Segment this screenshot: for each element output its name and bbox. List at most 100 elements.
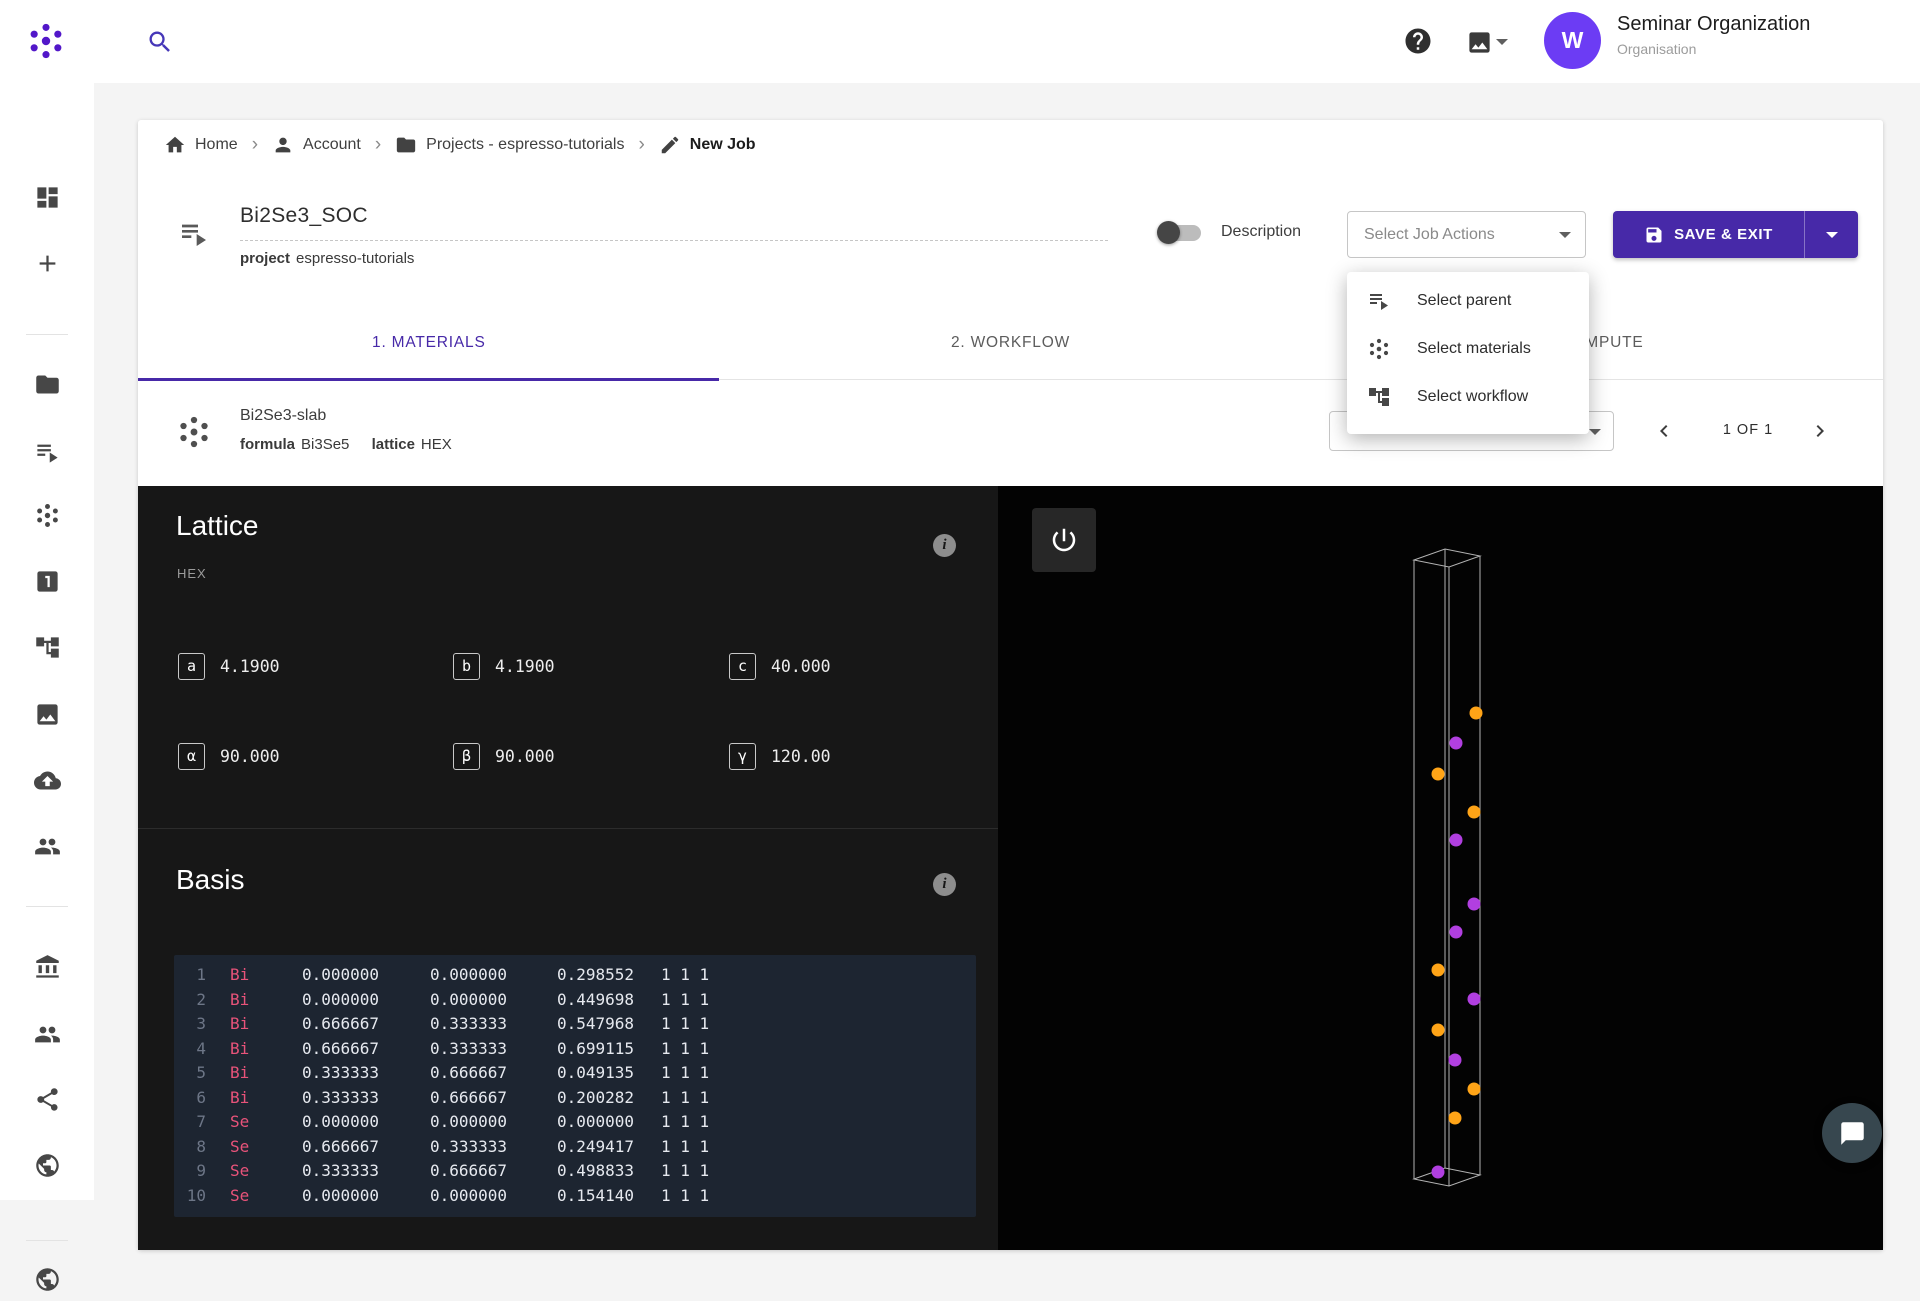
basis-code[interactable]: 1Bi0.0000000.0000000.2985521 1 12Bi0.000…	[174, 955, 976, 1217]
atom-Bi	[1468, 993, 1481, 1006]
lattice-info-icon[interactable]: i	[933, 534, 956, 557]
param-value: 40.000	[771, 657, 831, 676]
sidebar-share-icon[interactable]	[25, 1077, 69, 1121]
param-value: 90.000	[495, 747, 555, 766]
atom-Se	[1449, 1112, 1462, 1125]
atom-Se	[1432, 768, 1445, 781]
basis-info-icon[interactable]: i	[933, 873, 956, 896]
tab-workflow[interactable]: 2. WORKFLOW	[720, 306, 1302, 379]
atoms-group	[1432, 707, 1483, 1179]
chevron-left-icon	[1652, 419, 1676, 443]
chevron-right-icon	[1808, 419, 1832, 443]
structure-viewer[interactable]	[998, 486, 1883, 1250]
job-actions-select[interactable]: Select Job Actions	[1347, 211, 1586, 258]
tab-materials[interactable]: 1. MATERIALS	[138, 306, 720, 379]
lattice-subtitle: HEX	[177, 566, 207, 581]
atom-Se	[1468, 1083, 1481, 1096]
search-button[interactable]	[146, 21, 188, 63]
lattice-param-c[interactable]: c 40.000	[729, 652, 989, 680]
sidebar-notebook-one-icon[interactable]	[25, 559, 69, 603]
lattice-param-beta[interactable]: β90.000	[453, 742, 729, 770]
chat-support-button[interactable]	[1822, 1103, 1882, 1163]
save-exit-button[interactable]: SAVE & EXIT	[1613, 211, 1858, 258]
chevron-down-icon	[1589, 429, 1601, 435]
active-tab-indicator	[138, 378, 719, 381]
save-icon	[1644, 225, 1664, 245]
chevron-down-icon	[1496, 39, 1508, 45]
basis-row: 7Se0.0000000.0000000.0000001 1 1	[174, 1110, 976, 1135]
sidebar-media-icon[interactable]	[25, 692, 69, 736]
sidebar-projects-icon[interactable]	[25, 362, 69, 406]
lattice-param-alpha[interactable]: α90.000	[178, 742, 453, 770]
breadcrumb-label: Home	[195, 136, 238, 154]
breadcrumb-label: Projects - espresso-tutorials	[426, 136, 624, 154]
description-toggle[interactable]	[1159, 225, 1201, 241]
sidebar-organization-icon[interactable]	[25, 945, 69, 989]
atom-Se	[1470, 707, 1483, 720]
atom-Se	[1468, 806, 1481, 819]
basis-title: Basis	[176, 864, 244, 896]
atom-Bi	[1432, 1166, 1445, 1179]
breadcrumb: Home › Account › Projects - espresso-tut…	[138, 120, 1883, 169]
sidebar-community-icon[interactable]	[25, 1012, 69, 1056]
lattice-param-a[interactable]: a4.1900	[178, 652, 453, 680]
description-label: Description	[1221, 223, 1301, 241]
save-dropdown-toggle[interactable]	[1804, 211, 1858, 258]
sidebar-public-icon[interactable]	[25, 1143, 69, 1187]
job-title[interactable]: Bi2Se3_SOC	[240, 204, 368, 228]
breadcrumb-separator: ›	[638, 134, 644, 156]
basis-row: 8Se0.6666670.3333330.2494171 1 1	[174, 1135, 976, 1160]
breadcrumb-new-job[interactable]: New Job	[659, 134, 756, 156]
breadcrumb-home[interactable]: Home	[164, 134, 238, 156]
person-icon	[272, 134, 294, 156]
menu-item-select-parent[interactable]: Select parent	[1347, 277, 1589, 325]
param-value: 90.000	[220, 747, 280, 766]
chevron-down-icon	[1559, 232, 1571, 238]
atom-Se	[1432, 964, 1445, 977]
menu-item-select-materials[interactable]: Select materials	[1347, 325, 1589, 373]
sidebar-jobs-icon[interactable]	[25, 430, 69, 474]
lattice-param-gamma[interactable]: γ120.00	[729, 742, 989, 770]
mat3ra-logo-icon[interactable]	[24, 19, 68, 63]
job-actions-menu: Select parent Select materials Select wo…	[1347, 272, 1589, 434]
media-menu-button[interactable]	[1466, 26, 1516, 58]
atom-Bi	[1450, 737, 1463, 750]
breadcrumb-project[interactable]: Projects - espresso-tutorials	[395, 134, 624, 156]
sidebar-team-icon[interactable]	[25, 824, 69, 868]
material-name: Bi2Se3-slab	[240, 407, 326, 425]
crystal-structure-canvas	[998, 486, 1883, 1250]
material-atoms-icon	[176, 414, 212, 450]
formula-label: formula	[240, 436, 295, 453]
tab-bar: 1. MATERIALS 2. WORKFLOW 3. COMPUTE	[138, 306, 1883, 380]
sidebar-explore-icon[interactable]	[25, 1257, 69, 1301]
param-symbol: c	[729, 653, 756, 680]
content-area: Home › Account › Projects - espresso-tut…	[94, 83, 1920, 1200]
pencil-icon	[659, 134, 681, 156]
help-button[interactable]	[1403, 24, 1437, 58]
basis-row: 6Bi0.3333330.6666670.2002821 1 1	[174, 1086, 976, 1111]
sidebar-materials-icon[interactable]	[25, 493, 69, 537]
sidebar-cloud-upload-icon[interactable]	[25, 758, 69, 802]
toggle-thumb	[1157, 221, 1180, 244]
title-underline	[240, 240, 1108, 241]
viewer-power-button[interactable]	[1032, 508, 1096, 572]
sidebar-dashboard-icon[interactable]	[25, 175, 69, 219]
param-symbol: a	[178, 653, 205, 680]
breadcrumb-account[interactable]: Account	[272, 134, 361, 156]
menu-item-select-workflow[interactable]: Select workflow	[1347, 373, 1589, 421]
basis-row: 9Se0.3333330.6666670.4988331 1 1	[174, 1159, 976, 1184]
menu-item-label: Select materials	[1417, 340, 1531, 358]
sidebar	[0, 83, 94, 1200]
menu-item-label: Select workflow	[1417, 388, 1528, 406]
prev-material-button[interactable]	[1652, 413, 1688, 449]
next-material-button[interactable]	[1808, 413, 1844, 449]
image-icon	[1466, 29, 1493, 56]
sidebar-add-icon[interactable]	[25, 241, 69, 285]
atom-Bi	[1468, 898, 1481, 911]
sidebar-workflows-icon[interactable]	[25, 625, 69, 669]
basis-row: 3Bi0.6666670.3333330.5479681 1 1	[174, 1012, 976, 1037]
lattice-param-b[interactable]: b4.1900	[453, 652, 729, 680]
avatar[interactable]: W	[1544, 12, 1601, 69]
material-meta: formulaBi3Se5 latticeHEX	[240, 436, 452, 453]
materials-icon	[1367, 337, 1391, 361]
